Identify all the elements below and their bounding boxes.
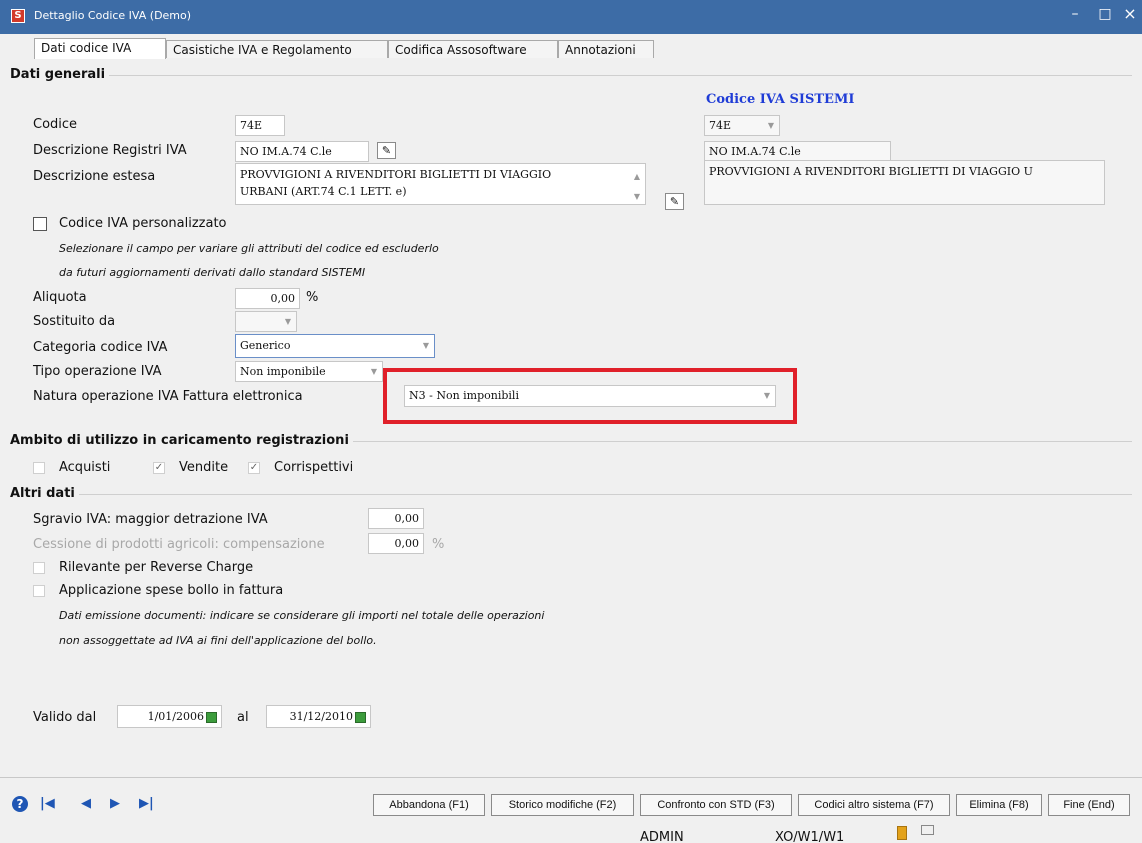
status-user: ADMIN <box>640 830 684 843</box>
title-bar: S Dettaglio Codice IVA (Demo) – □ × <box>0 0 1142 34</box>
sistemi-desc-registri-field: NO IM.A.74 C.le <box>704 141 891 162</box>
desc-estesa-label: Descrizione estesa <box>33 169 156 184</box>
calendar-icon[interactable] <box>355 711 366 723</box>
last-record-icon[interactable]: ▶| <box>139 796 154 811</box>
desc-estesa-field[interactable]: PROVVIGIONI A RIVENDITORI BIGLIETTI DI V… <box>235 163 646 205</box>
personalizzato-label: Codice IVA personalizzato <box>59 216 227 231</box>
sostituito-dropdown[interactable]: ▼ <box>235 311 297 332</box>
valido-al-field[interactable]: 31/12/2010 <box>266 705 371 728</box>
categoria-label: Categoria codice IVA <box>33 340 168 355</box>
valido-dal-field[interactable]: 1/01/2006 <box>117 705 222 728</box>
tab-dati-codice-iva[interactable]: Dati codice IVA <box>34 38 166 59</box>
abbandona-button[interactable]: Abbandona (F1) <box>373 794 485 816</box>
tipo-dropdown[interactable]: Non imponibile ▼ <box>235 361 383 382</box>
personalizzato-hint-1: Selezionare il campo per variare gli att… <box>59 242 439 255</box>
monitor-icon <box>921 825 934 835</box>
close-button[interactable]: × <box>1118 3 1142 25</box>
sgravio-field[interactable]: 0,00 <box>368 508 424 529</box>
sistemi-title: Codice IVA SISTEMI <box>706 92 855 107</box>
help-icon[interactable]: ? <box>12 796 28 812</box>
corrispettivi-label: Corrispettivi <box>274 460 354 475</box>
section-line <box>10 494 1132 495</box>
aliquota-field[interactable]: 0,00 <box>235 288 300 309</box>
personalizzato-hint-2: da futuri aggiornamenti derivati dallo s… <box>59 266 366 279</box>
codice-field[interactable]: 74E <box>235 115 285 136</box>
bollo-hint-2: non assoggettate ad IVA ai fini dell'app… <box>59 634 377 647</box>
desc-registri-field[interactable]: NO IM.A.74 C.le <box>235 141 369 162</box>
cessione-label: Cessione di prodotti agricoli: compensaz… <box>33 537 325 552</box>
next-record-icon[interactable]: ▶ <box>110 796 120 811</box>
section-ambito: Ambito di utilizzo in caricamento regist… <box>10 433 353 448</box>
tab-annotazioni[interactable]: Annotazioni <box>558 40 654 58</box>
aliquota-label: Aliquota <box>33 290 87 305</box>
acquisti-label: Acquisti <box>59 460 111 475</box>
edit-registri-icon[interactable]: ✎ <box>377 142 396 159</box>
edit-estesa-icon[interactable]: ✎ <box>665 193 684 210</box>
codice-label: Codice <box>33 117 78 132</box>
acquisti-checkbox[interactable] <box>33 462 45 474</box>
section-dati-generali: Dati generali <box>10 67 110 82</box>
reverse-charge-checkbox[interactable] <box>33 562 45 574</box>
window-title: Dettaglio Codice IVA (Demo) <box>34 9 192 22</box>
cessione-unit: % <box>432 537 445 552</box>
sgravio-label: Sgravio IVA: maggior detrazione IVA <box>33 512 268 527</box>
tab-bar: Dati codice IVA Casistiche IVA e Regolam… <box>0 35 1142 59</box>
section-altri-dati: Altri dati <box>10 486 79 501</box>
section-line <box>10 75 1132 76</box>
battery-icon <box>897 826 907 840</box>
codici-altro-sistema-button[interactable]: Codici altro sistema (F7) <box>798 794 950 816</box>
prev-record-icon[interactable]: ◀ <box>81 796 91 811</box>
status-terminal: XO/W1/W1 <box>775 830 845 843</box>
sistemi-desc-estesa-field: PROVVIGIONI A RIVENDITORI BIGLIETTI DI V… <box>704 160 1105 205</box>
valido-al-label: al <box>237 710 249 725</box>
storico-modifiche-button[interactable]: Storico modifiche (F2) <box>491 794 634 816</box>
elimina-button[interactable]: Elimina (F8) <box>956 794 1042 816</box>
tab-codifica-assosoftware[interactable]: Codifica Assosoftware <box>388 40 558 58</box>
sistemi-codice-field: 74E ▼ <box>704 115 780 136</box>
cessione-field: 0,00 <box>368 533 424 554</box>
first-record-icon[interactable]: |◀ <box>40 796 55 811</box>
confronto-std-button[interactable]: Confronto con STD (F3) <box>640 794 792 816</box>
main-window: S Dettaglio Codice IVA (Demo) – □ × Dati… <box>0 0 1142 843</box>
valido-dal-label: Valido dal <box>33 710 97 725</box>
corrispettivi-checkbox[interactable]: ✓ <box>248 462 260 474</box>
tab-casistiche-iva[interactable]: Casistiche IVA e Regolamento <box>166 40 388 58</box>
categoria-dropdown[interactable]: Generico ▼ <box>235 334 435 358</box>
bollo-checkbox[interactable] <box>33 585 45 597</box>
bottom-bar: ? |◀ ◀ ▶ ▶| Abbandona (F1) Storico modif… <box>0 777 1142 843</box>
tipo-label: Tipo operazione IVA <box>33 364 162 379</box>
desc-registri-label: Descrizione Registri IVA <box>33 143 187 158</box>
app-icon: S <box>11 9 25 23</box>
fine-button[interactable]: Fine (End) <box>1048 794 1130 816</box>
vendite-label: Vendite <box>179 460 229 475</box>
personalizzato-checkbox[interactable] <box>33 217 47 231</box>
natura-label: Natura operazione IVA Fattura elettronic… <box>33 389 303 404</box>
bollo-hint-1: Dati emissione documenti: indicare se co… <box>59 609 545 622</box>
highlight-box <box>383 368 797 424</box>
vendite-checkbox[interactable]: ✓ <box>153 462 165 474</box>
aliquota-unit: % <box>306 290 319 305</box>
minimize-button[interactable]: – <box>1063 3 1087 25</box>
bollo-label: Applicazione spese bollo in fattura <box>59 583 284 598</box>
reverse-charge-label: Rilevante per Reverse Charge <box>59 560 254 575</box>
maximize-button[interactable]: □ <box>1093 3 1117 25</box>
calendar-icon[interactable] <box>206 711 217 723</box>
sostituito-label: Sostituito da <box>33 314 116 329</box>
